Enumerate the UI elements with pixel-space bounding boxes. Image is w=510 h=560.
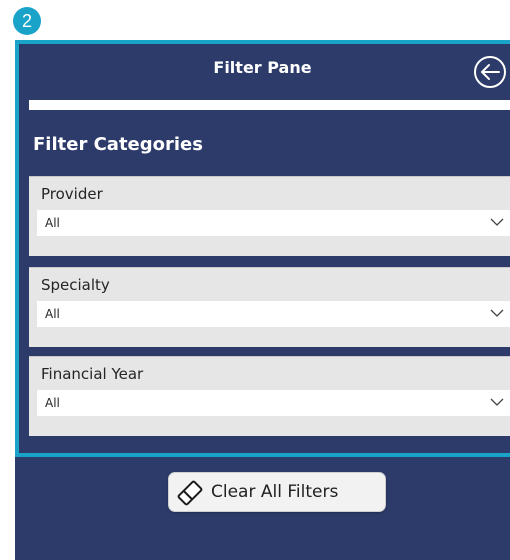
back-button[interactable]: [473, 55, 507, 89]
pane-title: Filter Pane: [213, 58, 312, 77]
provider-dropdown[interactable]: All: [37, 210, 510, 236]
filter-label: Specialty: [41, 276, 110, 294]
filter-label: Provider: [41, 185, 103, 203]
specialty-filter-card: Specialty All: [29, 267, 510, 347]
specialty-dropdown[interactable]: All: [37, 301, 510, 327]
eraser-icon: [177, 480, 203, 506]
arrow-left-circle-icon: [474, 56, 506, 88]
clear-all-filters-button[interactable]: Clear All Filters: [168, 472, 386, 512]
chevron-down-icon: [490, 398, 504, 406]
dropdown-value: All: [45, 307, 60, 321]
filter-categories-heading: Filter Categories: [33, 134, 203, 155]
financial-year-dropdown[interactable]: All: [37, 390, 510, 416]
provider-filter-card: Provider All: [29, 176, 510, 256]
filter-label: Financial Year: [41, 365, 144, 383]
dropdown-value: All: [45, 216, 60, 230]
chevron-down-icon: [490, 218, 504, 226]
clear-all-filters-label: Clear All Filters: [211, 482, 339, 502]
financial-year-filter-card: Financial Year All: [29, 356, 510, 436]
step-number-badge: 2: [13, 7, 41, 35]
chevron-down-icon: [490, 309, 504, 317]
dropdown-value: All: [45, 396, 60, 410]
title-divider: [29, 100, 510, 110]
